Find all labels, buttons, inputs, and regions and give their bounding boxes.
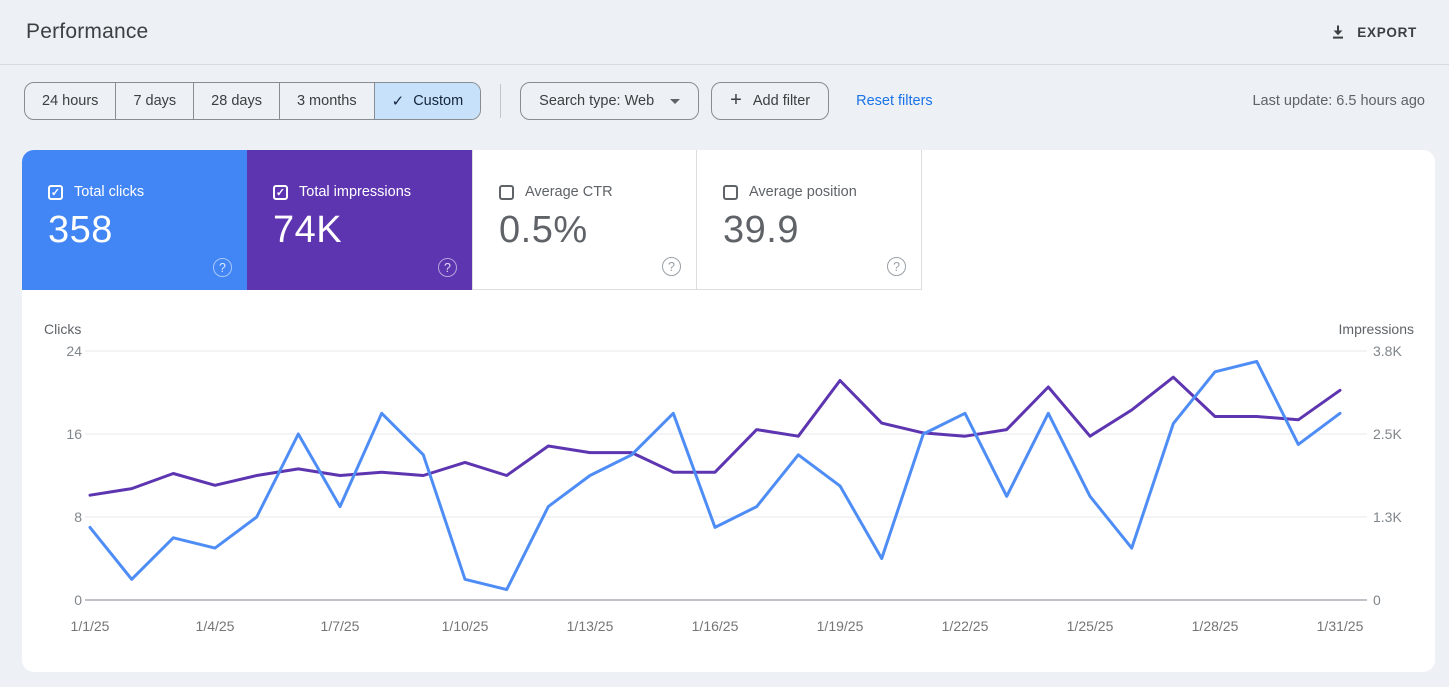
- search-type-dropdown[interactable]: Search type: Web: [520, 82, 700, 120]
- svg-text:1/16/25: 1/16/25: [692, 618, 739, 634]
- page-title: Performance: [26, 20, 149, 43]
- help-icon[interactable]: ?: [887, 257, 906, 276]
- svg-text:1/28/25: 1/28/25: [1192, 618, 1239, 634]
- tile-value: 39.9: [723, 209, 799, 251]
- svg-text:1/1/25: 1/1/25: [71, 618, 110, 634]
- svg-text:1/4/25: 1/4/25: [196, 618, 235, 634]
- export-label: EXPORT: [1357, 24, 1417, 40]
- tile-average-ctr[interactable]: Average CTR 0.5% ?: [472, 150, 697, 290]
- svg-text:1.3K: 1.3K: [1373, 509, 1402, 525]
- date-range-tabs: 24 hours 7 days 28 days 3 months ✓ Custo…: [24, 82, 482, 120]
- metric-tiles: ✓ Total clicks 358 ? ✓ Total impressions…: [22, 150, 922, 290]
- svg-text:0: 0: [1373, 592, 1381, 608]
- tile-value: 74K: [273, 209, 343, 251]
- help-icon[interactable]: ?: [213, 258, 232, 277]
- svg-text:Impressions: Impressions: [1339, 321, 1414, 337]
- help-icon[interactable]: ?: [662, 257, 681, 276]
- svg-text:2.5K: 2.5K: [1373, 426, 1402, 442]
- reset-filters-link[interactable]: Reset filters: [856, 93, 933, 109]
- performance-page: Performance EXPORT 24 hours 7 days 28 da…: [0, 0, 1449, 687]
- total-clicks-checkbox[interactable]: ✓: [48, 184, 63, 200]
- svg-text:1/19/25: 1/19/25: [817, 618, 864, 634]
- performance-card: ✓ Total clicks 358 ? ✓ Total impressions…: [22, 150, 1435, 672]
- svg-text:8: 8: [74, 509, 82, 525]
- tile-label: Average position: [749, 184, 857, 200]
- tab-3-months[interactable]: 3 months: [280, 83, 375, 119]
- tile-total-impressions[interactable]: ✓ Total impressions 74K ?: [247, 150, 472, 290]
- average-ctr-checkbox[interactable]: [499, 184, 514, 200]
- tab-7-days[interactable]: 7 days: [116, 83, 195, 119]
- svg-text:1/25/25: 1/25/25: [1067, 618, 1114, 634]
- export-button[interactable]: EXPORT: [1324, 23, 1423, 41]
- svg-text:3.8K: 3.8K: [1373, 343, 1402, 359]
- tab-custom[interactable]: ✓ Custom: [374, 83, 481, 119]
- download-icon: [1330, 24, 1346, 40]
- tab-28-days[interactable]: 28 days: [194, 83, 280, 119]
- add-filter-button[interactable]: + Add filter: [711, 82, 830, 120]
- toolbar-divider: [500, 84, 502, 118]
- svg-text:0: 0: [74, 592, 82, 608]
- tab-24-hours[interactable]: 24 hours: [25, 83, 117, 119]
- plus-icon: +: [730, 89, 742, 111]
- svg-text:1/10/25: 1/10/25: [442, 618, 489, 634]
- svg-text:1/7/25: 1/7/25: [321, 618, 360, 634]
- tile-value: 358: [48, 209, 113, 251]
- total-impressions-checkbox[interactable]: ✓: [273, 184, 288, 200]
- svg-text:Clicks: Clicks: [44, 321, 81, 337]
- last-update-text: Last update: 6.5 hours ago: [1252, 93, 1425, 109]
- svg-text:16: 16: [66, 426, 82, 442]
- top-bar: Performance EXPORT: [0, 0, 1449, 65]
- svg-text:1/13/25: 1/13/25: [567, 618, 614, 634]
- tile-average-position[interactable]: Average position 39.9 ?: [697, 150, 922, 290]
- svg-text:1/22/25: 1/22/25: [942, 618, 989, 634]
- tile-total-clicks[interactable]: ✓ Total clicks 358 ?: [22, 150, 247, 290]
- tile-label: Average CTR: [525, 184, 613, 200]
- filter-toolbar: 24 hours 7 days 28 days 3 months ✓ Custo…: [0, 82, 1449, 120]
- performance-chart: 0 8 16 24 0 1.3K 2.5K 3.8K Clicks Impressions 1/1/…: [44, 321, 1414, 634]
- average-position-checkbox[interactable]: [723, 184, 738, 200]
- checkmark-icon: ✓: [391, 92, 405, 110]
- svg-text:1/31/25: 1/31/25: [1317, 618, 1364, 634]
- chevron-down-icon: [670, 98, 681, 104]
- tile-label: Total impressions: [299, 184, 412, 200]
- help-icon[interactable]: ?: [438, 258, 457, 277]
- tile-label: Total clicks: [74, 184, 145, 200]
- svg-text:24: 24: [66, 343, 82, 359]
- tile-value: 0.5%: [499, 209, 588, 251]
